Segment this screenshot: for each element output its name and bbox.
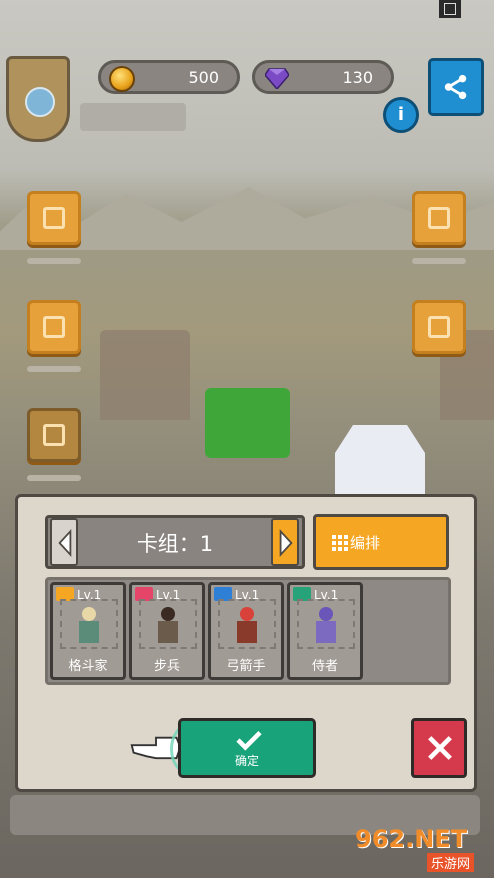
site-watermark: 962.NET 乐游网	[355, 825, 490, 873]
close-button[interactable]	[411, 718, 467, 778]
gold-value: 500	[188, 68, 219, 87]
side-label-left-2	[27, 366, 81, 372]
side-label-left-1	[27, 258, 81, 264]
arrow-left-icon	[58, 528, 72, 558]
hero-portrait-slot	[139, 599, 197, 649]
menu-icon	[43, 207, 65, 229]
card-name: 弓箭手	[226, 659, 266, 674]
hero-head	[240, 607, 254, 621]
info-button[interactable]: i	[383, 97, 419, 133]
side-button-left-1[interactable]	[27, 191, 81, 245]
hero-head	[82, 607, 96, 621]
edit-deck-button[interactable]	[313, 514, 449, 570]
green-block	[205, 388, 290, 458]
chest-icon	[43, 424, 65, 446]
gem-value: 130	[342, 68, 373, 87]
grid-icon	[332, 535, 348, 551]
capture-icon[interactable]	[439, 0, 461, 18]
watermark-sub: 乐游网	[427, 853, 475, 872]
side-button-left-3[interactable]	[27, 408, 81, 462]
gift-icon	[428, 207, 450, 229]
player-name-bar	[80, 103, 186, 131]
hero-portrait-slot	[60, 599, 118, 649]
hero-card[interactable]: Lv.1 步兵	[129, 582, 205, 680]
hero-body	[316, 621, 336, 643]
arrow-right-icon	[279, 528, 293, 558]
hero-card[interactable]: Lv.1 侍者	[287, 582, 363, 680]
coin-icon	[109, 66, 135, 92]
scroll-icon	[428, 316, 450, 338]
confirm-label: 确定	[235, 754, 260, 768]
gem-counter: 130	[252, 60, 394, 94]
checkmark-icon	[236, 731, 262, 751]
edit-deck-label: 编排	[350, 534, 381, 552]
hero-head	[161, 607, 175, 621]
watermark-brand: 962.NET	[355, 825, 468, 853]
card-name: 格斗家	[68, 659, 108, 674]
share-icon	[444, 74, 467, 100]
close-icon	[428, 736, 452, 760]
hero-card[interactable]: Lv.1 格斗家	[50, 582, 126, 680]
hero-head	[319, 607, 333, 621]
share-button[interactable]	[428, 58, 484, 116]
side-button-right-2[interactable]	[412, 300, 466, 354]
gold-counter: 500	[98, 60, 240, 94]
side-label-left-3	[27, 475, 81, 481]
hero-card[interactable]: Lv.1 弓箭手	[208, 582, 284, 680]
calendar-icon	[43, 316, 65, 338]
hero-portrait-slot	[297, 599, 355, 649]
hero-body	[158, 621, 178, 643]
card-name: 步兵	[153, 659, 180, 674]
side-button-right-1[interactable]	[412, 191, 466, 245]
card-name: 侍者	[311, 659, 338, 674]
emblem-sun-icon	[25, 87, 55, 117]
info-icon: i	[397, 104, 405, 125]
side-label-right-1	[412, 258, 466, 264]
white-crystal	[335, 425, 425, 495]
deck-title: 卡组：1	[136, 532, 214, 556]
gem-icon	[265, 68, 289, 89]
prev-deck-button[interactable]	[50, 518, 78, 566]
side-button-left-2[interactable]	[27, 300, 81, 354]
hero-body	[79, 621, 99, 643]
player-emblem[interactable]	[6, 56, 70, 142]
confirm-button[interactable]	[178, 718, 316, 778]
next-deck-button[interactable]	[271, 518, 299, 566]
hero-portrait-slot	[218, 599, 276, 649]
hero-body	[237, 621, 257, 643]
